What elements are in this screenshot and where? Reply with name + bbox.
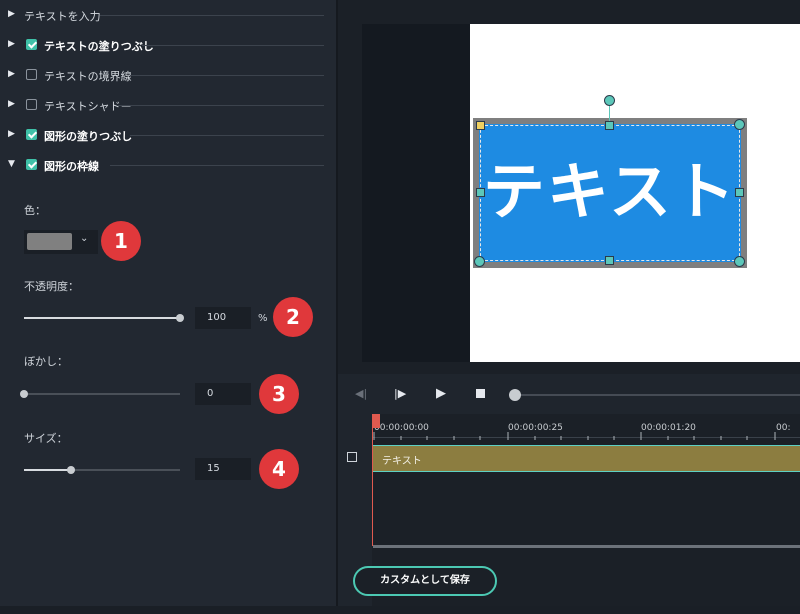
playback-progress-track[interactable] — [514, 394, 800, 396]
size-input[interactable]: 15 — [195, 458, 251, 480]
chevron-down-icon: ⌄ — [80, 233, 89, 244]
playback-progress-knob[interactable] — [509, 389, 521, 401]
text-fill-checkbox[interactable] — [26, 39, 37, 50]
callout-badge-4: 4 — [259, 449, 299, 489]
play-frame-icon[interactable]: |▶ — [394, 387, 406, 400]
playhead[interactable] — [372, 414, 380, 428]
color-swatch — [27, 233, 72, 250]
resize-handle-top[interactable] — [605, 121, 614, 130]
stop-icon[interactable] — [476, 389, 485, 398]
resize-handle-top-right[interactable] — [734, 119, 745, 130]
divider — [100, 15, 324, 16]
blur-input[interactable]: 0 — [195, 383, 251, 405]
ruler-ticks — [373, 432, 776, 440]
section-text-border[interactable]: ▶ テキストの境界線 — [0, 66, 336, 86]
percent-unit: % — [258, 313, 268, 324]
selection-box — [480, 125, 740, 261]
opacity-label: 不透明度： — [24, 280, 79, 293]
section-text-fill[interactable]: ▶ テキストの塗りつぶし — [0, 36, 336, 56]
divider — [130, 75, 324, 76]
text-shadow-checkbox[interactable] — [26, 99, 37, 110]
color-picker[interactable]: ⌄ — [24, 230, 98, 254]
color-label: 色： — [24, 204, 46, 217]
resize-handle-left[interactable] — [476, 188, 485, 197]
size-slider-knob[interactable] — [67, 466, 75, 474]
text-track-icon[interactable] — [347, 452, 357, 462]
bottom-edge — [0, 606, 800, 614]
size-label: サイズ： — [24, 432, 68, 445]
callout-badge-2: 2 — [273, 297, 313, 337]
shape-fill-checkbox[interactable] — [26, 129, 37, 140]
expand-arrow-icon[interactable]: ▶ — [8, 39, 15, 49]
section-label: テキストの塗りつぶし — [44, 40, 154, 53]
blur-slider-knob[interactable] — [20, 390, 28, 398]
opacity-slider-fill — [24, 317, 180, 319]
prev-frame-icon[interactable]: ◀| — [355, 387, 367, 400]
clip-label: テキスト — [382, 456, 422, 467]
callout-badge-1: 1 — [101, 221, 141, 261]
size-slider-fill — [24, 469, 71, 471]
text-clip[interactable]: テキスト — [373, 445, 800, 472]
section-shape-border[interactable]: ▼ 図形の枠線 — [0, 156, 336, 176]
resize-handle-right[interactable] — [735, 188, 744, 197]
section-text-shadow[interactable]: ▶ テキストシャドー — [0, 96, 336, 116]
save-as-custom-button[interactable]: カスタムとして保存 — [353, 566, 497, 596]
opacity-input[interactable]: 100 — [195, 307, 251, 329]
anchor-handle[interactable] — [476, 121, 485, 130]
playhead-line[interactable] — [372, 418, 373, 546]
section-label: テキストの境界線 — [44, 70, 132, 83]
timeline-scrollbar[interactable] — [373, 545, 800, 548]
expand-arrow-icon[interactable]: ▶ — [8, 99, 15, 109]
divider — [130, 135, 324, 136]
settings-panel: ▶ テキストを入力 ▶ テキストの塗りつぶし ▶ テキストの境界線 ▶ テキスト… — [0, 0, 336, 606]
section-label: テキストシャドー — [44, 100, 132, 113]
resize-handle-bottom-left[interactable] — [474, 256, 485, 267]
section-text-input[interactable]: ▶ テキストを入力 — [0, 6, 336, 26]
section-label: 図形の塗りつぶし — [44, 130, 133, 143]
resize-handle-bottom[interactable] — [605, 256, 614, 265]
section-label: テキストを入力 — [24, 10, 101, 23]
collapse-arrow-icon[interactable]: ▼ — [8, 159, 15, 169]
resize-handle-bottom-right[interactable] — [734, 256, 745, 267]
text-border-checkbox[interactable] — [26, 69, 37, 80]
shape-border-checkbox[interactable] — [26, 159, 37, 170]
expand-arrow-icon[interactable]: ▶ — [8, 129, 15, 139]
callout-badge-3: 3 — [259, 374, 299, 414]
rotate-handle[interactable] — [604, 95, 615, 106]
divider — [118, 105, 324, 106]
opacity-slider-knob[interactable] — [176, 314, 184, 322]
section-shape-fill[interactable]: ▶ 図形の塗りつぶし — [0, 126, 336, 146]
divider — [142, 45, 324, 46]
expand-arrow-icon[interactable]: ▶ — [8, 69, 15, 79]
blur-label: ぼかし： — [24, 355, 68, 368]
divider — [110, 165, 324, 166]
section-label: 図形の枠線 — [44, 160, 99, 173]
expand-arrow-icon[interactable]: ▶ — [8, 9, 15, 19]
blur-slider-track[interactable] — [24, 393, 180, 395]
play-icon[interactable]: ▶ — [436, 386, 446, 401]
